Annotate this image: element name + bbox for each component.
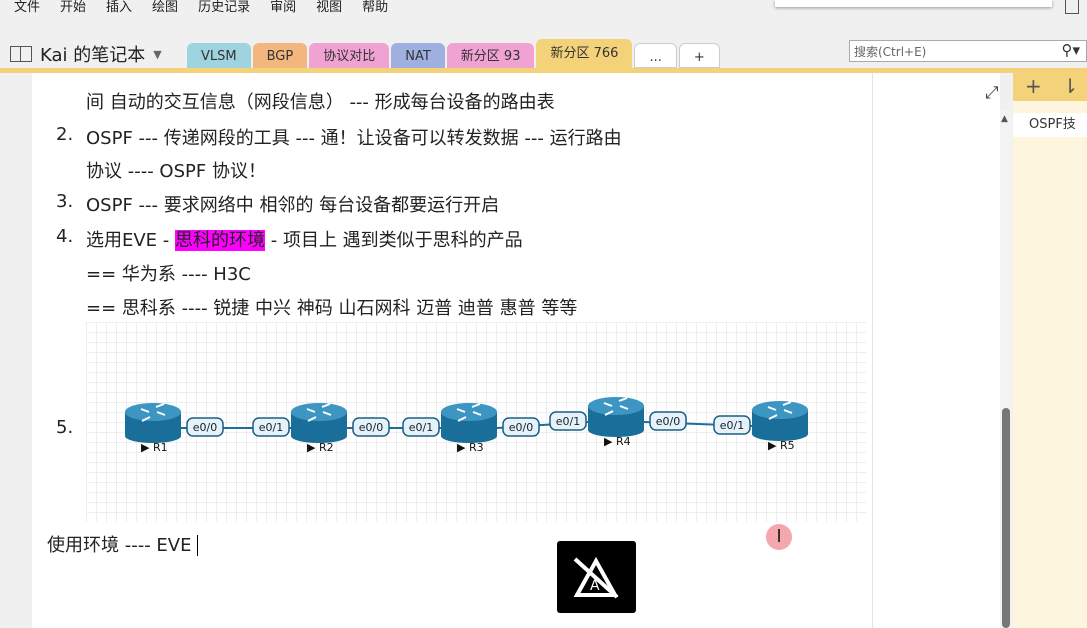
tab-4[interactable]: 新分区 93 xyxy=(446,43,535,68)
notebook-icon xyxy=(10,46,32,62)
sort-icon[interactable]: ⇂ xyxy=(1062,73,1079,101)
popup-box xyxy=(775,0,1052,7)
text-cursor xyxy=(197,535,199,556)
notebook-selector[interactable]: Kai 的笔记本 ▼ xyxy=(10,41,162,67)
menu-help[interactable]: 帮助 xyxy=(362,0,388,18)
note-line[interactable]: 使用环境 ---- EVE xyxy=(47,531,199,557)
router-label: ▶ R1 xyxy=(141,441,168,454)
note-line: OSPF --- 传递网段的工具 --- 通！让设备可以转发数据 --- 运行路… xyxy=(86,128,622,149)
scrollbar[interactable]: ▲ xyxy=(1000,110,1012,628)
page-margin: ⤢ xyxy=(872,73,1000,628)
page-item[interactable]: OSPF技 xyxy=(1013,113,1087,137)
note-line: 选用EVE - 思科的环境 - 项目上 遇到类似于思科的产品 xyxy=(86,226,523,252)
page-icon[interactable] xyxy=(1065,0,1079,14)
topology-diagram[interactable]: e0/0 e0/1 e0/0 e0/1 e0/0 e0/1 e0/0 e0/1 ▶ R1 ▶ R2… xyxy=(86,322,866,522)
tab-6[interactable]: ... xyxy=(634,43,677,68)
add-page-icon[interactable]: + xyxy=(1025,73,1042,101)
tab-3[interactable]: NAT xyxy=(391,43,445,68)
menu-view[interactable]: 视图 xyxy=(316,0,342,18)
note-line: 间 自动的交互信息（网段信息） --- 形成每台设备的路由表 xyxy=(86,92,555,113)
router-label: ▶ R4 xyxy=(604,435,631,448)
list-number: 5. xyxy=(56,417,74,438)
menu-home[interactable]: 开始 xyxy=(60,0,86,18)
section-tabs: VLSM BGP 协议对比 NAT 新分区 93 新分区 766... + xyxy=(187,39,722,68)
menu-file[interactable]: 文件 xyxy=(14,0,40,18)
text: - 项目上 遇到类似于思科的产品 xyxy=(265,230,523,251)
tab-5[interactable]: 新分区 766 xyxy=(536,39,633,68)
interface-label: e0/1 xyxy=(259,421,283,434)
list-number: 4. xyxy=(56,226,74,247)
accessibility-icon[interactable]: A xyxy=(557,541,636,613)
router-icon xyxy=(752,401,808,419)
menu-review[interactable]: 审阅 xyxy=(270,0,296,18)
interface-label: e0/1 xyxy=(409,421,433,434)
notebook-title: Kai 的笔记本 xyxy=(40,45,146,66)
text: 选用EVE - xyxy=(86,230,175,251)
menu-insert[interactable]: 插入 xyxy=(106,0,132,18)
router-label: ▶ R3 xyxy=(457,441,484,454)
expand-icon[interactable]: ⤢ xyxy=(985,83,999,103)
list-number: 3. xyxy=(56,191,74,212)
menu-draw[interactable]: 绘图 xyxy=(152,0,178,18)
scrollbar-thumb[interactable] xyxy=(1002,408,1010,628)
tab-0[interactable]: VLSM xyxy=(187,43,251,68)
menu-history[interactable]: 历史记录 xyxy=(198,0,250,18)
router-icon xyxy=(441,403,497,421)
mouse-cursor-icon: I xyxy=(766,524,792,550)
menu-bar: 文件 开始 插入 绘图 历史记录 审阅 视图 帮助 xyxy=(0,0,394,18)
router-label: ▶ R2 xyxy=(307,441,334,454)
svg-text:A: A xyxy=(590,578,600,594)
search-icon[interactable]: ⚲▾ xyxy=(1061,41,1080,59)
tab-7[interactable]: + xyxy=(678,43,720,68)
note-line: == 思科系 ---- 锐捷 中兴 神码 山石网科 迈普 迪普 惠普 等等 xyxy=(86,298,578,319)
list-number: 2. xyxy=(56,124,74,145)
scroll-up-icon[interactable]: ▲ xyxy=(1001,114,1008,124)
note-line: OSPF --- 要求网络中 相邻的 每台设备都要运行开启 xyxy=(86,195,500,216)
router-icon xyxy=(291,403,347,421)
page-list: + ⇂ OSPF技 xyxy=(1013,73,1087,628)
interface-label: e0/0 xyxy=(359,421,383,434)
interface-label: e0/0 xyxy=(509,421,533,434)
router-icon xyxy=(588,397,644,415)
interface-label: e0/0 xyxy=(656,415,680,428)
search-placeholder: 搜索(Ctrl+E) xyxy=(854,45,927,59)
interface-label: e0/1 xyxy=(556,415,580,428)
topology-svg: e0/0 e0/1 e0/0 e0/1 e0/0 e0/1 e0/0 e0/1 ▶ R1 ▶ R2… xyxy=(125,397,808,454)
router-label: ▶ R5 xyxy=(768,439,795,452)
tab-1[interactable]: BGP xyxy=(252,43,308,68)
note-line: 协议 ---- OSPF 协议！ xyxy=(86,161,266,182)
router-icon xyxy=(125,403,181,421)
highlighted-text: 思科的环境 xyxy=(175,230,265,251)
search-input[interactable]: 搜索(Ctrl+E) ⚲▾ xyxy=(849,40,1087,62)
chevron-down-icon: ▼ xyxy=(153,47,162,61)
tab-2[interactable]: 协议对比 xyxy=(309,43,390,68)
note-line: == 华为系 ---- H3C xyxy=(86,264,251,285)
interface-label: e0/0 xyxy=(193,421,217,434)
text: 使用环境 ---- EVE xyxy=(47,535,192,556)
interface-label: e0/1 xyxy=(720,419,744,432)
